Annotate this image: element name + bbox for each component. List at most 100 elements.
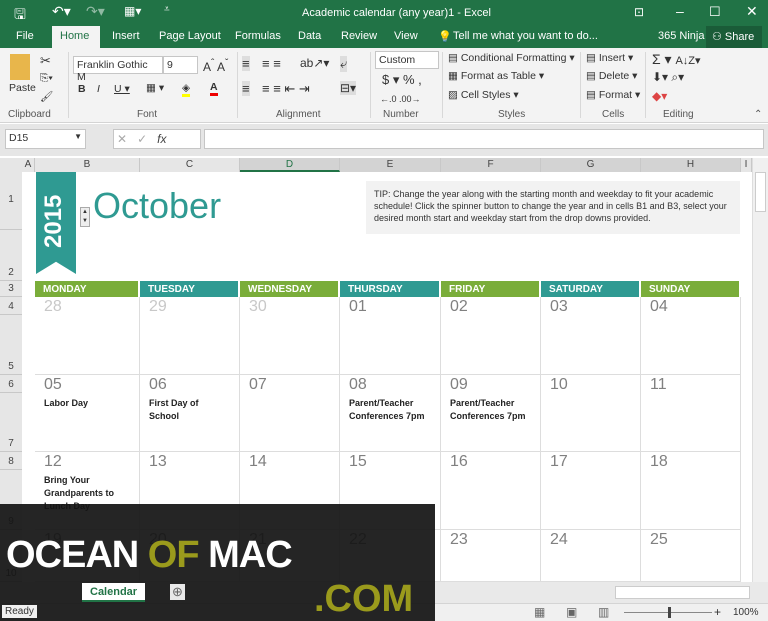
- tab-formulas[interactable]: Formulas: [235, 30, 281, 42]
- tab-file[interactable]: File: [16, 30, 34, 42]
- column-header-b[interactable]: B: [35, 158, 140, 172]
- decimal-icon[interactable]: ←.0 .00→: [380, 94, 421, 104]
- align-center-icon[interactable]: ≡ ≡ ⇤ ⇥: [262, 81, 310, 97]
- form-icon[interactable]: ▦▾: [124, 4, 141, 18]
- select-all-button[interactable]: [0, 158, 22, 172]
- cell-styles-button[interactable]: ▨ Cell Styles ▾: [448, 89, 519, 101]
- calendar-day-cell[interactable]: 02: [441, 297, 541, 375]
- zoom-in-icon[interactable]: +: [714, 605, 721, 619]
- tab-data[interactable]: Data: [298, 30, 321, 42]
- customize-qat-icon[interactable]: ⩡: [164, 4, 170, 15]
- column-header-f[interactable]: F: [441, 158, 541, 172]
- zoom-level[interactable]: 100%: [733, 607, 759, 618]
- currency-icon[interactable]: $ ▾ % ,: [382, 72, 422, 88]
- calendar-day-cell[interactable]: 30: [240, 297, 340, 375]
- align-middle-icon[interactable]: ≡ ≡: [262, 56, 281, 71]
- save-icon[interactable]: 🖫: [14, 4, 26, 28]
- zoom-slider-thumb[interactable]: [668, 607, 671, 618]
- horizontal-scrollbar[interactable]: [615, 586, 750, 599]
- calendar-day-cell[interactable]: 06 First Day of School: [140, 375, 240, 452]
- row-header-5[interactable]: 5: [0, 315, 22, 375]
- calendar-day-cell[interactable]: 04: [641, 297, 741, 375]
- maximize-button[interactable]: ☐: [709, 4, 721, 20]
- sheet-tab-calendar[interactable]: Calendar: [82, 583, 146, 602]
- collapse-ribbon-icon[interactable]: ⌃: [754, 109, 762, 120]
- format-painter-icon[interactable]: 🖌: [40, 90, 53, 103]
- format-as-table-button[interactable]: ▦ Format as Table ▾: [448, 70, 544, 82]
- tell-me-input[interactable]: Tell me what you want to do...: [453, 30, 598, 42]
- redo-icon[interactable]: ↷▾: [86, 3, 105, 20]
- insert-cells-button[interactable]: ▤ Insert ▾: [586, 52, 633, 64]
- format-cells-button[interactable]: ▤ Format ▾: [586, 89, 640, 101]
- column-header-h[interactable]: H: [641, 158, 741, 172]
- calendar-day-cell[interactable]: 08 Parent/Teacher Conferences 7pm: [340, 375, 441, 452]
- calendar-day-cell[interactable]: 05 Labor Day: [35, 375, 140, 452]
- name-box[interactable]: D15 ▼: [5, 129, 86, 149]
- function-icon[interactable]: fx: [157, 132, 166, 146]
- page-break-view-icon[interactable]: ▥: [598, 605, 609, 619]
- calendar-day-cell[interactable]: 03: [541, 297, 641, 375]
- calendar-day-cell[interactable]: 29: [140, 297, 240, 375]
- column-header-c[interactable]: C: [140, 158, 240, 172]
- font-color-icon[interactable]: A: [210, 81, 218, 96]
- orientation-icon[interactable]: ab↗▾: [300, 56, 329, 70]
- cancel-icon[interactable]: ✕: [117, 132, 127, 146]
- font-name-select[interactable]: Franklin Gothic M: [73, 56, 163, 83]
- paste-button[interactable]: Paste: [9, 82, 36, 94]
- formula-input[interactable]: [204, 129, 764, 149]
- row-header-2[interactable]: 2: [0, 230, 22, 281]
- cut-icon[interactable]: ✂: [40, 53, 51, 69]
- tab-page-layout[interactable]: Page Layout: [159, 30, 221, 42]
- column-header-g[interactable]: G: [541, 158, 641, 172]
- calendar-day-cell[interactable]: 18: [641, 452, 741, 530]
- row-header-1[interactable]: 1: [0, 171, 22, 230]
- calendar-day-cell[interactable]: 16: [441, 452, 541, 530]
- calendar-day-cell[interactable]: 09 Parent/Teacher Conferences 7pm: [441, 375, 541, 452]
- fill-icon[interactable]: ⬇▾ ⌕▾: [652, 70, 684, 85]
- tab-home[interactable]: Home: [52, 26, 100, 48]
- copy-icon[interactable]: ⎘▾: [40, 72, 53, 85]
- row-header-6[interactable]: 6: [0, 375, 22, 393]
- calendar-day-cell[interactable]: 17: [541, 452, 641, 530]
- normal-view-icon[interactable]: ▦: [534, 605, 545, 619]
- tab-insert[interactable]: Insert: [112, 30, 140, 42]
- user-name[interactable]: 365 Ninja: [658, 30, 704, 42]
- calendar-day-cell[interactable]: 11: [641, 375, 741, 452]
- tab-review[interactable]: Review: [341, 30, 377, 42]
- ribbon-display-icon[interactable]: ⊡: [634, 5, 644, 19]
- row-header-4[interactable]: 4: [0, 297, 22, 315]
- row-header-7[interactable]: 7: [0, 393, 22, 452]
- merge-center-icon[interactable]: ⊟▾: [340, 81, 357, 95]
- row-header-8[interactable]: 8: [0, 452, 22, 470]
- grow-font-icon[interactable]: Aˆ Aˇ: [203, 58, 228, 74]
- underline-button[interactable]: U ▾: [114, 83, 130, 95]
- calendar-day-cell[interactable]: 23: [441, 530, 541, 582]
- fill-color-icon[interactable]: ◈: [182, 82, 191, 97]
- column-header-d[interactable]: D: [240, 158, 340, 172]
- vertical-scrollbar[interactable]: [752, 158, 768, 582]
- font-size-select[interactable]: 9: [163, 56, 198, 74]
- calendar-day-cell[interactable]: 25: [641, 530, 741, 582]
- wrap-text-icon[interactable]: ⤶: [340, 56, 348, 72]
- calendar-day-cell[interactable]: 07: [240, 375, 340, 452]
- borders-icon[interactable]: ▦ ▾: [146, 82, 164, 94]
- calendar-day-cell[interactable]: 10: [541, 375, 641, 452]
- calendar-day-cell[interactable]: 24: [541, 530, 641, 582]
- column-header-e[interactable]: E: [340, 158, 441, 172]
- minimize-button[interactable]: –: [676, 3, 684, 19]
- column-header-a[interactable]: A: [22, 158, 35, 172]
- row-header-3[interactable]: 3: [0, 281, 22, 297]
- month-title[interactable]: October: [93, 185, 221, 227]
- scroll-thumb[interactable]: [755, 172, 766, 212]
- align-left-icon[interactable]: ≡: [242, 81, 250, 96]
- column-header-i[interactable]: I: [741, 158, 752, 172]
- add-sheet-icon[interactable]: ⊕: [170, 584, 185, 600]
- tab-view[interactable]: View: [394, 30, 418, 42]
- clear-icon[interactable]: ◆▾: [652, 89, 667, 103]
- year-spinner[interactable]: ▲ ▼: [80, 207, 90, 227]
- calendar-day-cell[interactable]: 01: [340, 297, 441, 375]
- enter-icon[interactable]: ✓: [137, 132, 147, 146]
- delete-cells-button[interactable]: ▤ Delete ▾: [586, 70, 637, 82]
- conditional-formatting-button[interactable]: ▤ Conditional Formatting ▾: [448, 52, 575, 64]
- share-button[interactable]: ⚇ Share: [706, 26, 762, 48]
